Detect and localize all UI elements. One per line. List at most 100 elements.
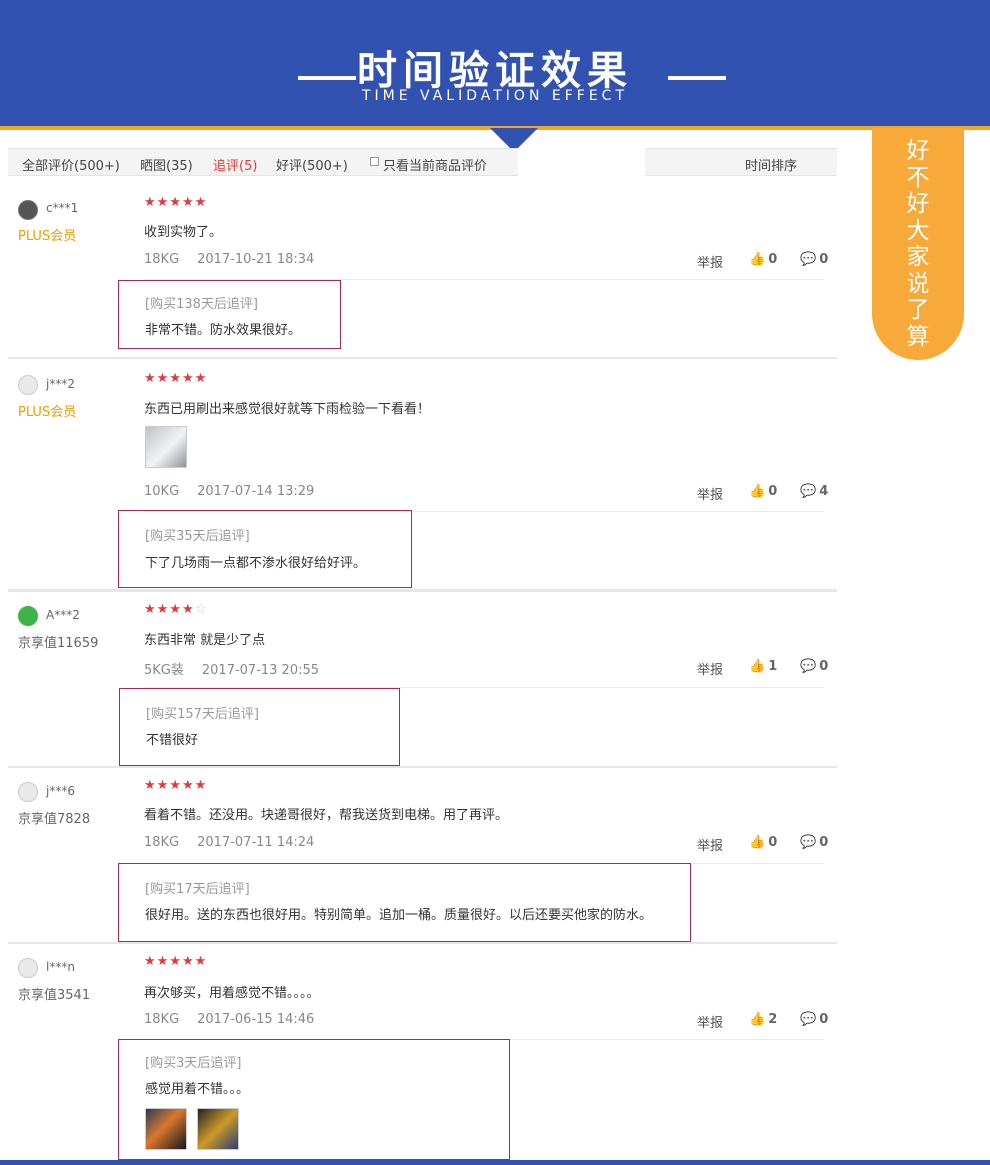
avatar (18, 375, 38, 395)
follow-up-title: [购买35天后追评] (145, 529, 250, 544)
report-button[interactable]: 举报 (697, 484, 723, 503)
review-meta: 18KG 2017-07-11 14:24 (144, 835, 314, 850)
slogan-char: 了 (906, 297, 930, 323)
reply-button[interactable]: 💬 0 (800, 659, 828, 674)
avatar (18, 200, 38, 220)
comment-icon: 💬 (800, 252, 817, 267)
tab-follow-up[interactable]: 追评(5) (213, 155, 257, 174)
thumbs-up-icon: 👍 (749, 1012, 766, 1027)
review-meta: 18KG 2017-06-15 14:46 (144, 1012, 314, 1027)
review-username: j***6 (46, 784, 75, 798)
reply-button[interactable]: 💬 0 (800, 835, 828, 850)
like-button[interactable]: 👍 0 (749, 484, 777, 499)
review-content: 看着不错。还没用。块递哥很好，帮我送货到电梯。用了再评。 (144, 808, 509, 823)
review-content: 东西已用刷出来感觉很好就等下雨检验一下看看！ (144, 402, 431, 417)
sort-by-time-button[interactable]: 时间排序 (745, 155, 797, 174)
avatar (18, 958, 38, 978)
follow-up-text: 非常不错。防水效果很好。 (145, 323, 302, 338)
review-item: c***1 PLUS会员 ★★★★★ 收到实物了。 18KG 2017-10-21… (8, 180, 837, 360)
comment-icon: 💬 (800, 659, 817, 674)
member-level: 京享值3541 (18, 988, 91, 1003)
star-rating: ★★★★★ (144, 778, 208, 793)
member-level: PLUS会员 (18, 229, 77, 244)
review-photo-thumbnail[interactable] (145, 1108, 187, 1150)
comment-icon: 💬 (800, 1012, 817, 1027)
star-rating: ★★★★★ (144, 371, 208, 386)
star-rating: ★★★★★ (144, 195, 208, 210)
slogan-char: 算 (906, 323, 930, 350)
like-count: 0 (768, 252, 778, 267)
member-level: PLUS会员 (18, 405, 77, 420)
review-content: 东西非常 就是少了点 (144, 633, 266, 648)
thumbs-up-icon: 👍 (749, 484, 766, 499)
review-photo-thumbnail[interactable] (197, 1108, 239, 1150)
like-button[interactable]: 👍 0 (749, 835, 777, 850)
review-item: j***2 PLUS会员 ★★★★★ 东西已用刷出来感觉很好就等下雨检验一下看看… (8, 358, 837, 594)
member-level: 京享值11659 (18, 636, 99, 651)
review-item: A***2 京享值11659 ★★★★☆ 东西非常 就是少了点 5KG装 2017… (8, 594, 837, 768)
product-spec: 18KG (144, 252, 180, 267)
reply-count: 0 (819, 252, 829, 267)
comment-icon: 💬 (800, 484, 817, 499)
product-spec: 5KG装 (144, 663, 184, 678)
review-item: j***6 京享值7828 ★★★★★ 看着不错。还没用。块递哥很好，帮我送货到… (8, 768, 837, 944)
review-photo-thumbnail[interactable] (145, 426, 187, 468)
follow-up-box: [购买17天后追评] 很好用。送的东西也很好用。特别简单。追加一桶。质量很好。以… (118, 863, 691, 942)
product-spec: 10KG (144, 484, 180, 499)
current-product-checkbox[interactable] (370, 157, 379, 166)
follow-up-title: [购买17天后追评] (145, 882, 250, 897)
follow-up-box: [购买35天后追评] 下了几场雨一点都不渗水很好给好评。 (118, 510, 412, 588)
thumbs-up-icon: 👍 (749, 659, 766, 674)
tab-positive[interactable]: 好评(500+) (276, 155, 348, 174)
report-button[interactable]: 举报 (697, 1012, 723, 1031)
follow-up-box: [购买138天后追评] 非常不错。防水效果很好。 (118, 280, 341, 349)
review-date: 2017-10-21 18:34 (197, 252, 315, 267)
follow-up-title: [购买138天后追评] (145, 297, 258, 312)
reply-button[interactable]: 💬 4 (800, 484, 828, 499)
review-content: 收到实物了。 (144, 225, 223, 240)
review-item: l***n 京享值3541 ★★★★★ 再次够买，用着感觉不错。。。。 18KG… (8, 944, 837, 1160)
follow-up-text: 很好用。送的东西也很好用。特别简单。追加一桶。质量很好。以后还要买他家的防水。 (145, 908, 653, 923)
filled-stars: ★★★★ (144, 602, 195, 617)
reply-count: 4 (819, 484, 829, 499)
reply-button[interactable]: 💬 0 (800, 252, 828, 267)
thumbs-up-icon: 👍 (749, 835, 766, 850)
follow-up-title: [购买3天后追评] (145, 1056, 242, 1071)
thumbs-up-icon: 👍 (749, 252, 766, 267)
follow-up-box: [购买3天后追评] 感觉用着不错。。。 (118, 1039, 510, 1160)
report-button[interactable]: 举报 (697, 835, 723, 854)
reply-button[interactable]: 💬 0 (800, 1012, 828, 1027)
like-button[interactable]: 👍 1 (749, 659, 777, 674)
review-meta: 10KG 2017-07-14 13:29 (144, 484, 314, 499)
review-meta: 18KG 2017-10-21 18:34 (144, 252, 314, 267)
current-product-label[interactable]: 只看当前商品评价 (383, 155, 487, 174)
tab-all-reviews[interactable]: 全部评价(500+) (22, 155, 120, 174)
like-count: 2 (768, 1012, 778, 1027)
like-button[interactable]: 👍 0 (749, 252, 777, 267)
like-count: 0 (768, 835, 778, 850)
follow-up-title: [购买157天后追评] (146, 707, 259, 722)
reply-count: 0 (819, 835, 829, 850)
comment-icon: 💬 (800, 835, 817, 850)
product-spec: 18KG (144, 835, 180, 850)
slogan-char: 说 (906, 270, 930, 297)
star-rating: ★★★★☆ (144, 602, 207, 617)
report-button[interactable]: 举报 (697, 659, 723, 678)
review-date: 2017-07-13 20:55 (201, 663, 320, 678)
follow-up-text: 不错很好 (146, 733, 199, 748)
member-level: 京享值7828 (18, 812, 91, 827)
follow-up-text: 感觉用着不错。。。 (145, 1082, 250, 1097)
review-tabs: 全部评价(500+) 晒图(35) 追评(5) 好评(500+) 只看当前商品评… (8, 148, 518, 176)
review-username: j***2 (46, 377, 75, 391)
reply-count: 0 (819, 1012, 829, 1027)
review-username: c***1 (46, 201, 79, 215)
review-username: l***n (46, 960, 75, 974)
footer-bar (0, 1160, 990, 1165)
review-date: 2017-07-14 13:29 (197, 484, 315, 499)
page-subtitle: TIME VALIDATION EFFECT (361, 88, 628, 104)
slogan-char: 好 (906, 138, 930, 164)
tab-photos[interactable]: 晒图(35) (140, 155, 193, 174)
slogan-char: 大 (906, 217, 930, 244)
like-button[interactable]: 👍 2 (749, 1012, 777, 1027)
report-button[interactable]: 举报 (697, 252, 723, 271)
